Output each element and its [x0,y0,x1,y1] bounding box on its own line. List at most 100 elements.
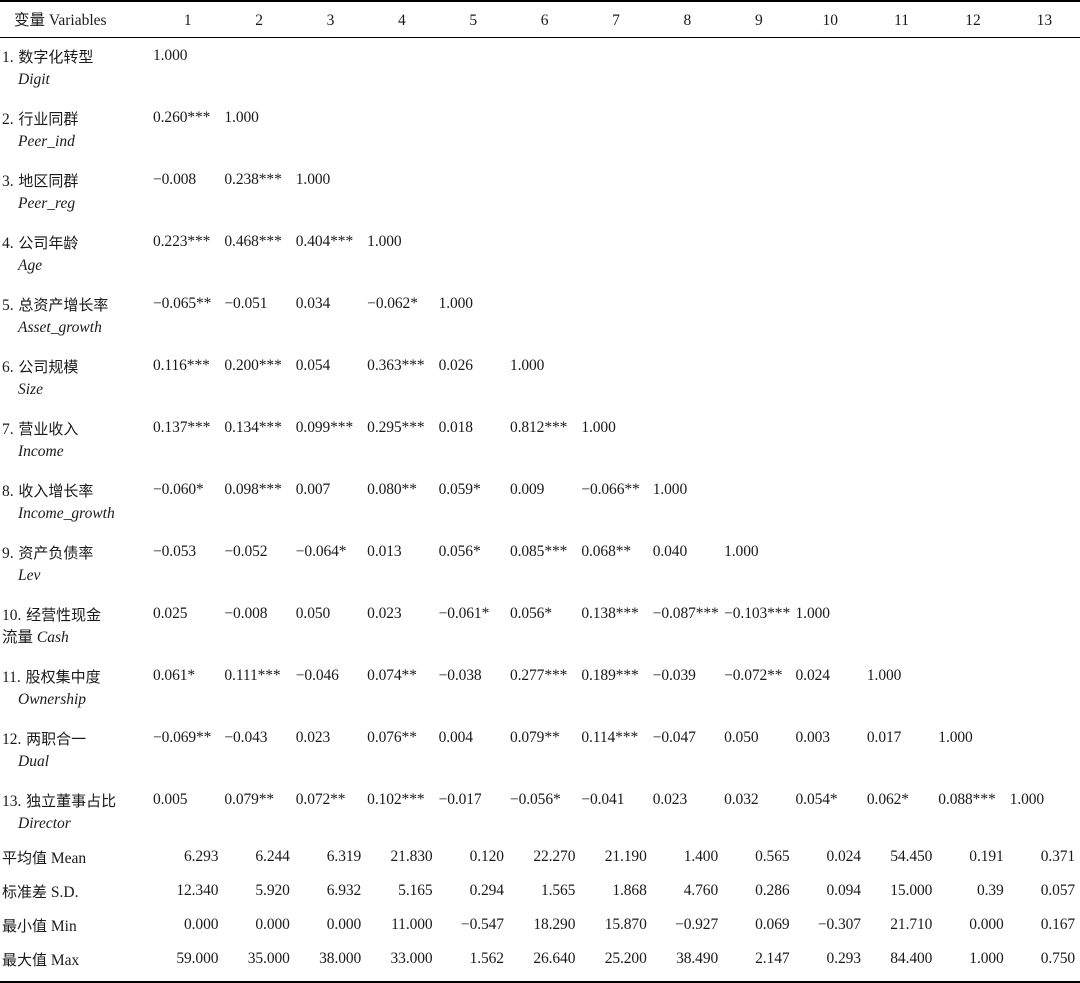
corr-cell-r6-c4: 0.363*** [367,357,425,374]
corr-cell-r8-c4: 0.080** [367,481,417,498]
corr-cell-r13-c10: 0.054* [795,791,838,808]
corr-cell-r8-c9 [723,472,794,534]
row-label-3: 3. 地区同群 Peer_reg [2,172,79,212]
corr-cell-r11-c11: 1.000 [866,667,902,684]
header-col-1: 1 [152,0,224,38]
header-variables-cn: 变量 [14,11,46,29]
corr-cell-r5-c8 [652,286,723,348]
corr-cell-r11-c2: 0.111*** [224,667,281,684]
corr-cell-r1-c2 [223,38,294,101]
corr-cell-r5-c13 [1009,286,1080,348]
stats-cell-4-c8: 38.490 [651,944,724,983]
corr-cell-r6-c1: 0.116*** [153,357,210,374]
corr-cell-r5-c12 [937,286,1008,348]
stats-row: 最大值 Max 59.000 35.000 38.000 33.000 1.562 26.6… [0,944,1080,983]
corr-cell-r3-c12 [937,162,1008,224]
corr-cell-r13-c7: −0.041 [581,791,625,808]
corr-cell-r3-c5 [438,162,509,224]
corr-cell-r13-c2: 0.079** [224,791,275,808]
header-col-4: 4 [366,0,438,38]
corr-cell-r5-c11 [866,286,937,348]
corr-cell-r1-c4 [366,38,437,101]
table-row: 5. 总资产增长率 Asset_growth −0.065** −0.051 0.034… [0,286,1080,348]
table-row: 11. 股权集中度 Ownership 0.061* 0.111*** −0.046 0.… [0,658,1080,720]
corr-cell-r10-c2: −0.008 [224,605,268,622]
header-row: 变量 Variables 1 2 3 4 5 6 7 8 9 10 11 12 … [0,0,1080,38]
corr-cell-r6-c8 [652,348,723,410]
row-label-7: 7. 营业收入 Income [2,420,79,460]
corr-cell-r11-c5: −0.038 [438,667,482,684]
row-label-5: 5. 总资产增长率 Asset_growth [2,296,109,336]
corr-cell-r5-c6 [509,286,580,348]
corr-cell-r8-c2: 0.098*** [224,481,282,498]
header-col-10: 10 [794,0,866,38]
corr-cell-r7-c3: 0.099*** [295,419,354,436]
stats-cell-4-c3: 38.000 [294,944,367,983]
corr-cell-r6-c12 [937,348,1008,410]
corr-cell-r12-c2: −0.043 [224,729,268,746]
corr-cell-r7-c4: 0.295*** [367,419,425,436]
corr-cell-r2-c4 [366,100,437,162]
corr-cell-r6-c6: 1.000 [509,357,545,374]
corr-cell-r11-c13 [1009,658,1080,720]
corr-cell-r8-c6: 0.009 [509,481,545,498]
corr-cell-r8-c1: −0.060* [153,481,204,498]
corr-cell-r9-c12 [937,534,1008,596]
stats-label-4: 最大值 Max [0,944,152,983]
corr-cell-r8-c8: 1.000 [652,481,688,498]
corr-cell-r12-c11: 0.017 [866,729,902,746]
corr-cell-r5-c1: −0.065** [153,295,212,312]
stats-cell-4-c5: 1.562 [437,944,509,983]
table-row: 7. 营业收入 Income 0.137*** 0.134*** 0.099*** 0.2… [0,410,1080,472]
stats-cell-3-c6: 18.290 [533,916,576,933]
stats-cell-3-c2: 0.000 [255,916,290,933]
corr-cell-r13-c5: −0.017 [438,791,482,808]
stats-cell-4-c2: 35.000 [223,944,295,983]
corr-cell-r8-c13 [1009,472,1080,534]
stats-cell-3-c8: −0.927 [675,916,719,933]
corr-cell-r12-c7: 0.114*** [581,729,639,746]
row-label-8: 8. 收入增长率 Income_growth [2,482,115,522]
corr-cell-r7-c7: 1.000 [581,419,616,436]
corr-cell-r1-c11 [866,38,937,101]
corr-cell-r3-c1: −0.008 [153,171,197,188]
corr-cell-r4-c13 [1009,224,1080,286]
row-label-1: 1. 数字化转型 Digit [2,48,94,88]
stats-cell-3-c11: 21.710 [890,916,933,933]
corr-cell-r6-c3: 0.054 [295,357,331,374]
row-label-13: 13. 独立董事占比 Director [2,792,117,832]
corr-cell-r2-c9 [723,100,794,162]
correlation-table-container: 变量 Variables 1 2 3 4 5 6 7 8 9 10 11 12 … [0,0,1080,983]
corr-cell-r9-c11 [866,534,937,596]
corr-cell-r3-c9 [723,162,794,224]
corr-cell-r11-c4: 0.074** [367,667,417,684]
corr-cell-r1-c1: 1.000 [153,47,188,64]
corr-cell-r3-c2: 0.238*** [224,171,282,188]
corr-cell-r1-c9 [723,38,794,101]
corr-cell-r11-c1: 0.061* [153,667,196,684]
row-label-10: 10. 经营性现金 流量 Cash [2,606,102,646]
corr-cell-r9-c6: 0.085*** [509,543,568,560]
table-body: 1. 数字化转型 Digit 1.000 2. 行业同群 Peer_ind 0.260**… [0,38,1080,983]
corr-cell-r2-c7 [580,100,651,162]
stats-cell-1-c5: 0.120 [469,848,504,865]
corr-cell-r9-c1: −0.053 [153,543,197,560]
corr-cell-r4-c4: 1.000 [367,233,402,250]
corr-cell-r1-c6 [509,38,580,101]
table-row: 12. 两职合一 Dual −0.069** −0.043 0.023 0.076** 0.… [0,720,1080,782]
corr-cell-r7-c12 [937,410,1008,472]
stats-cell-4-c12: 1.000 [937,944,1009,983]
corr-cell-r8-c7: −0.066** [581,481,640,498]
corr-cell-r9-c7: 0.068** [581,543,632,560]
corr-cell-r2-c3 [295,100,366,162]
corr-cell-r8-c5: 0.059* [438,481,481,498]
stats-cell-4-c13: 0.750 [1008,944,1080,983]
corr-cell-r13-c11: 0.062* [866,791,909,808]
stats-cell-4-c1: 59.000 [152,944,224,983]
corr-cell-r7-c1: 0.137*** [153,419,211,436]
corr-cell-r9-c5: 0.056* [438,543,481,560]
corr-cell-r4-c11 [866,224,937,286]
row-label-12: 12. 两职合一 Dual [2,730,87,770]
corr-cell-r5-c4: −0.062* [367,295,418,312]
stats-label-3: 最小值 Min [2,917,77,935]
